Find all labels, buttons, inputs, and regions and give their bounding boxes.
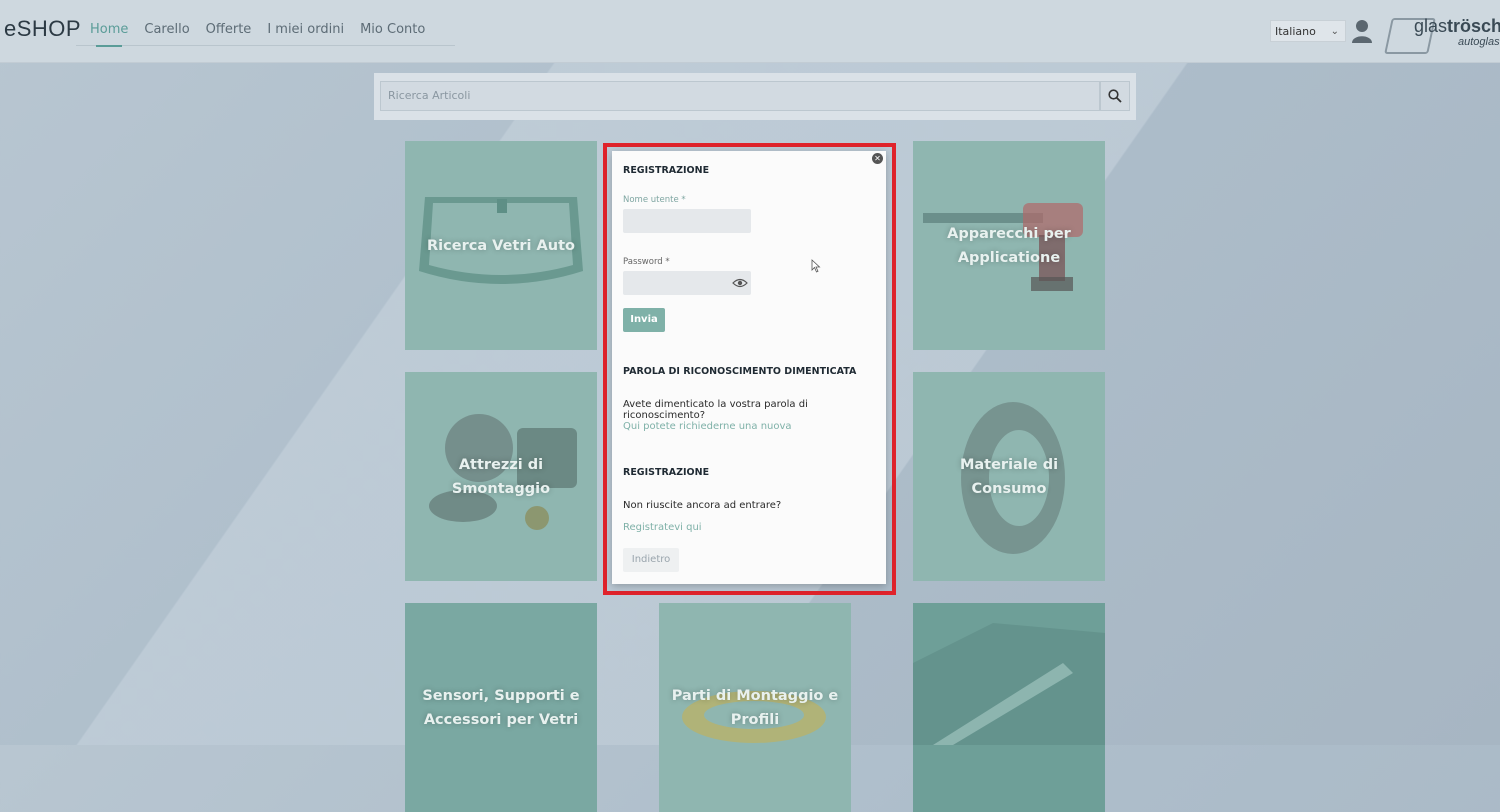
language-value: Italiano xyxy=(1275,25,1316,38)
register-title: REGISTRAZIONE xyxy=(623,467,710,478)
search-button[interactable] xyxy=(1100,81,1130,111)
tile-label: Materiale di Consumo xyxy=(959,456,1059,497)
username-field[interactable] xyxy=(623,209,751,233)
back-button[interactable]: Indietro xyxy=(623,548,679,572)
submit-button[interactable]: Invia xyxy=(623,308,665,332)
nav-cart[interactable]: Carello xyxy=(144,22,189,37)
search-input[interactable]: Ricerca Articoli xyxy=(380,81,1100,111)
tile-application-devices[interactable]: Apparecchi per Applicatione xyxy=(913,141,1105,350)
nav-orders[interactable]: I miei ordini xyxy=(267,22,344,37)
tile-car-glass[interactable]: Ricerca Vetri Auto xyxy=(405,141,597,350)
forgot-password-title: PAROLA DI RICONOSCIMENTO DIMENTICATA xyxy=(623,366,857,377)
forgot-password-link[interactable]: Qui potete richiederne una nuova xyxy=(623,421,792,432)
login-dialog: ✕ REGISTRAZIONE Nome utente * Password *… xyxy=(612,151,886,584)
username-label: Nome utente * xyxy=(623,195,686,205)
nav-home[interactable]: Home xyxy=(90,22,128,47)
tile-sensors[interactable]: Sensori, Supporti e Accessori per Vetri xyxy=(405,603,597,812)
main-nav: Home Carello Offerte I miei ordini Mio C… xyxy=(76,22,456,47)
nav-account[interactable]: Mio Conto xyxy=(360,22,425,37)
logo-text: glaströsch xyxy=(1414,16,1500,36)
tile-service[interactable] xyxy=(913,603,1105,812)
nav-offers[interactable]: Offerte xyxy=(206,22,252,37)
tile-label: Ricerca Vetri Auto xyxy=(427,237,575,254)
search-bar: Ricerca Articoli xyxy=(374,73,1136,120)
forgot-password-text: Avete dimenticato la vostra parola di ri… xyxy=(623,399,808,421)
top-header: eSHOP Home Carello Offerte I miei ordini… xyxy=(0,0,1500,63)
password-label: Password * xyxy=(623,257,670,267)
login-title: REGISTRAZIONE xyxy=(623,165,710,176)
register-text: Non riuscite ancora ad entrare? xyxy=(623,500,782,511)
tile-removal-tools[interactable]: Attrezzi di Smontaggio xyxy=(405,372,597,581)
language-select[interactable]: Italiano ⌄ xyxy=(1270,20,1346,42)
glastrosch-logo[interactable]: glaströsch autoglas xyxy=(1384,12,1500,54)
tile-label: Sensori, Supporti e Accessori per Vetri xyxy=(422,687,580,728)
logo-subtext: autoglas xyxy=(1458,36,1500,48)
tile-label: Attrezzi di Smontaggio xyxy=(451,456,551,497)
tile-mounting-parts[interactable]: Parti di Montaggio e Profili xyxy=(659,603,851,812)
mouse-cursor-icon xyxy=(811,259,821,273)
eye-icon[interactable] xyxy=(732,277,748,289)
brand-title[interactable]: eSHOP xyxy=(4,16,81,42)
user-icon[interactable] xyxy=(1351,19,1373,43)
tile-label: Parti di Montaggio e Profili xyxy=(671,687,839,728)
tile-consumables[interactable]: Materiale di Consumo xyxy=(913,372,1105,581)
close-icon[interactable]: ✕ xyxy=(872,153,883,164)
car-photo-image xyxy=(913,623,1105,745)
register-link[interactable]: Registratevi qui xyxy=(623,522,702,533)
chevron-down-icon: ⌄ xyxy=(1330,26,1339,37)
tile-label: Apparecchi per Applicatione xyxy=(947,225,1071,266)
search-icon xyxy=(1108,89,1122,103)
